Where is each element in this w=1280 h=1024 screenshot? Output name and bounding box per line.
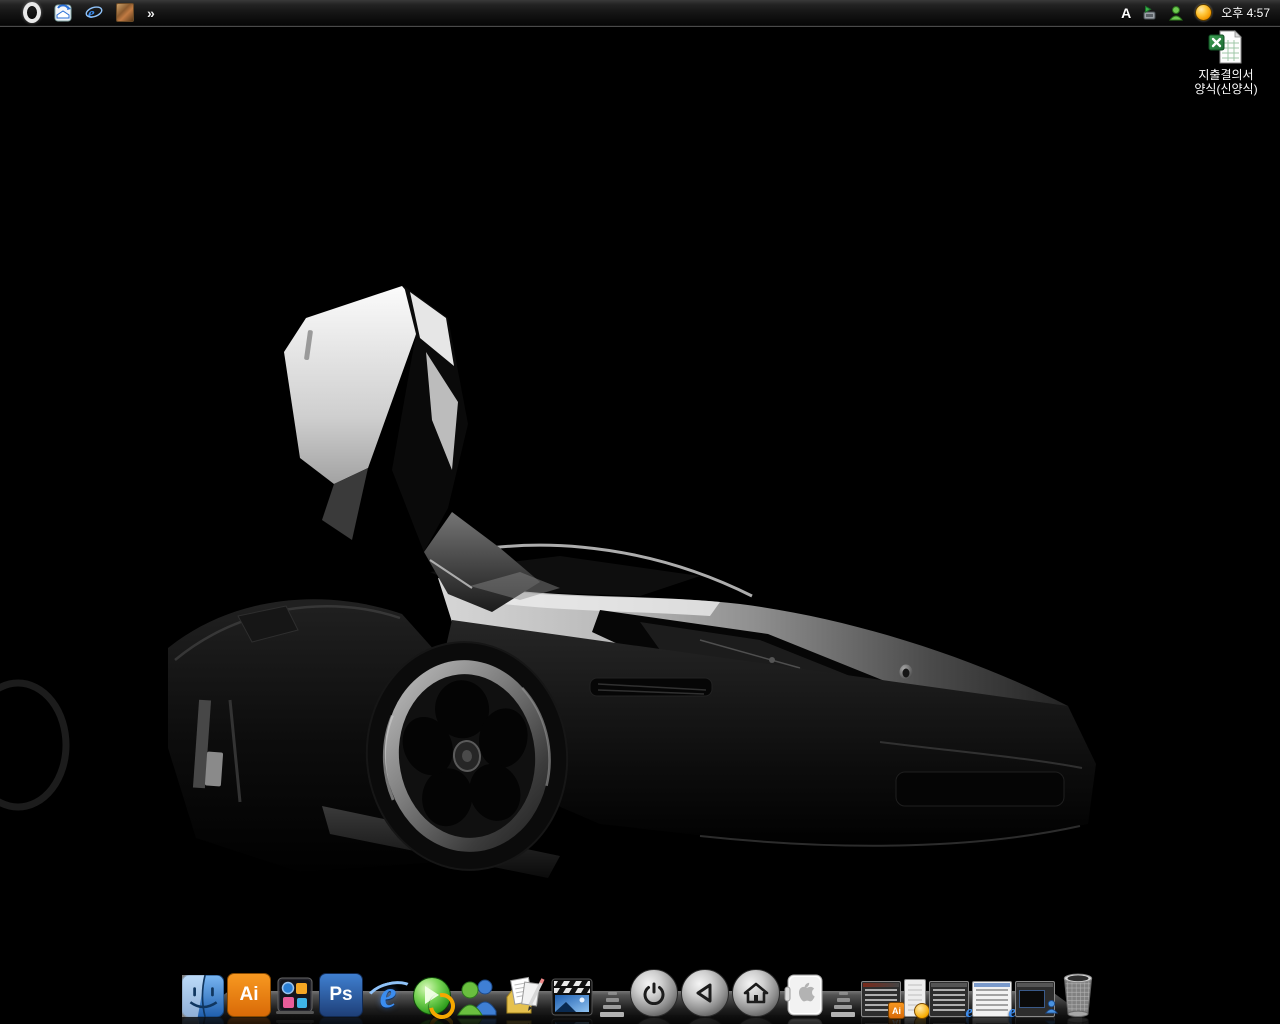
dock-item-minimized-ie-page-window[interactable]: e <box>972 981 1012 1017</box>
messenger-badge-icon <box>1044 999 1059 1019</box>
illustrator-badge-icon: Ai <box>888 1002 905 1019</box>
window-thumbnail <box>1015 981 1055 1017</box>
dock-item-movie-clapperboard[interactable] <box>550 975 594 1017</box>
power-icon <box>630 969 678 1017</box>
photoshop-icon: Ps <box>319 973 363 1017</box>
dock-item-finder[interactable] <box>182 975 224 1017</box>
dock-item-trash[interactable] <box>1058 971 1098 1017</box>
dock-item-minimized-messenger-list-window[interactable] <box>904 979 926 1017</box>
dock-item-power-button[interactable] <box>630 969 678 1017</box>
apps-stack-icon <box>274 975 316 1017</box>
illustrator-icon: Ai <box>227 973 271 1017</box>
desktop-icon-excel-form[interactable]: 지출결의서 양식(신양식) <box>1180 29 1272 96</box>
wallpaper-car-illustration <box>0 0 1280 1024</box>
dock-item-apple-box[interactable] <box>783 973 825 1017</box>
internet-explorer-icon[interactable]: e <box>85 4 103 22</box>
window-thumbnail: Ai <box>861 981 901 1017</box>
safely-remove-hardware-icon[interactable] <box>1140 4 1158 22</box>
internet-explorer-icon: e <box>366 973 410 1017</box>
back-arrow-icon <box>681 969 729 1017</box>
dock-item-internet-explorer[interactable]: e <box>366 973 410 1017</box>
dock-item-media-player-orb[interactable] <box>413 977 453 1017</box>
desktop-icon-label-line1: 지출결의서 <box>1180 68 1272 82</box>
dock-items-row: Ai Ps e <box>182 969 1098 1017</box>
picture-shortcut-icon[interactable] <box>116 4 134 22</box>
dock-item-photoshop[interactable]: Ps <box>319 973 363 1017</box>
start-ring-icon[interactable] <box>23 4 41 22</box>
finder-icon <box>182 975 224 1017</box>
dock-item-minimized-ie-window[interactable]: e <box>929 981 969 1017</box>
quick-launch-overflow-chevron[interactable]: » <box>147 5 154 21</box>
smiley-badge-icon <box>914 1003 930 1019</box>
dock-item-apps-stack[interactable] <box>274 975 316 1017</box>
outlook-express-icon[interactable] <box>54 4 72 22</box>
clapperboard-icon <box>550 975 594 1017</box>
dock-item-minimized-messenger-chat-window[interactable] <box>1015 981 1055 1017</box>
dock-item-text-documents[interactable] <box>503 975 547 1017</box>
dock-item-illustrator[interactable]: Ai <box>227 973 271 1017</box>
desktop-icon-label-line2: 양식(신양식) <box>1180 82 1272 96</box>
system-tray: A 오후 4:57 <box>1121 4 1280 22</box>
notification-orb-icon[interactable] <box>1194 4 1212 22</box>
apple-box-icon <box>783 973 825 1017</box>
dock-item-minimized-illustrator-window[interactable]: Ai <box>861 981 901 1017</box>
documents-pencil-icon <box>503 975 547 1017</box>
dock-item-back-button[interactable] <box>681 969 729 1017</box>
dock-item-msn-messenger[interactable] <box>456 975 500 1017</box>
dock-separator <box>828 983 858 1017</box>
dock-separator <box>597 983 627 1017</box>
top-menubar: e » A 오후 4:57 <box>0 0 1280 25</box>
messenger-status-icon[interactable] <box>1167 4 1185 22</box>
msn-messenger-icon <box>456 975 500 1017</box>
dock-item-home-button[interactable] <box>732 969 780 1017</box>
ime-language-indicator[interactable]: A <box>1121 5 1131 21</box>
trash-empty-icon <box>1058 971 1098 1017</box>
window-thumbnail: e <box>929 981 969 1017</box>
quick-launch-area: e » <box>0 4 154 22</box>
window-thumbnail: e <box>972 981 1012 1017</box>
window-thumbnail <box>904 979 926 1017</box>
home-icon <box>732 969 780 1017</box>
excel-workbook-icon <box>1208 29 1244 65</box>
media-player-orb-icon <box>413 977 453 1017</box>
tray-clock[interactable]: 오후 4:57 <box>1221 4 1270 21</box>
dock: Ai Ps e <box>0 946 1280 1024</box>
